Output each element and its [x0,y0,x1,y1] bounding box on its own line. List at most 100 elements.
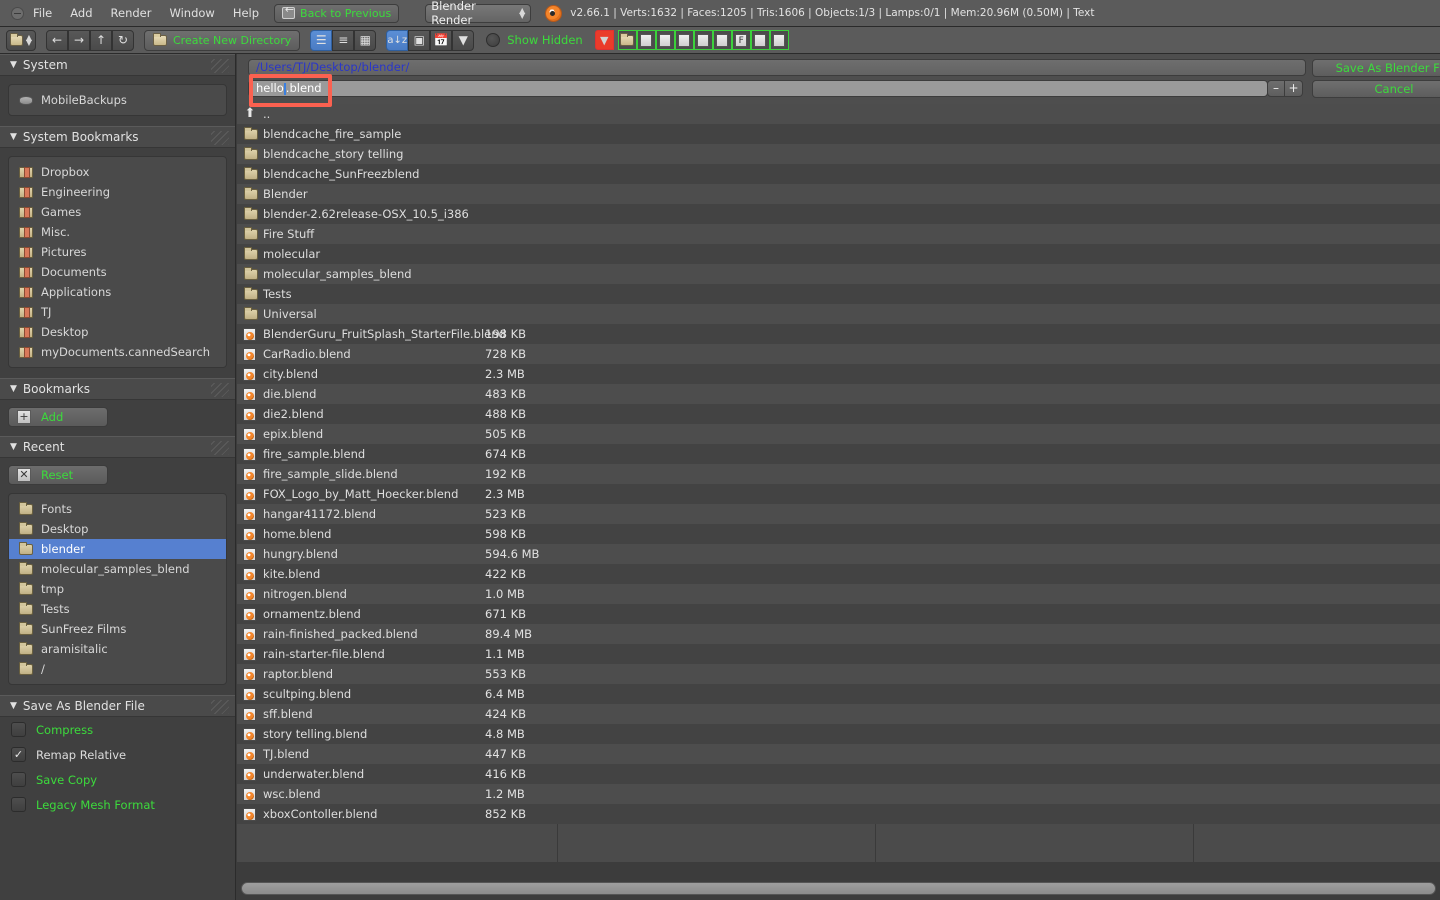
filter-fonts-button[interactable]: F [731,30,751,50]
file-row[interactable]: TJ.blend 447 KB [237,744,1440,764]
sidebar-item-dropbox[interactable]: Dropbox [9,162,226,182]
menu-window[interactable]: Window [160,0,223,27]
sidebar-item-applications[interactable]: Applications [9,282,226,302]
file-row[interactable]: CarRadio.blend 728 KB [237,344,1440,364]
recent-item-fonts[interactable]: Fonts [9,499,226,519]
checkbox-checked-icon[interactable]: ✓ [11,747,26,762]
file-row[interactable]: wsc.blend 1.2 MB [237,784,1440,804]
filter-blend-link-button[interactable] [655,30,675,50]
sidebar-item-mydocuments-cannedsearch[interactable]: myDocuments.cannedSearch [9,342,226,362]
editor-type-button[interactable]: ▲ ▼ [6,29,36,51]
file-row[interactable]: story telling.blend 4.8 MB [237,724,1440,744]
nav-refresh-button[interactable]: ↻ [112,29,134,51]
file-row[interactable]: city.blend 2.3 MB [237,364,1440,384]
checkbox-unchecked-icon[interactable] [11,797,26,812]
nav-parent-button[interactable]: ↑ [90,29,112,51]
file-row[interactable]: blender-2.62release-OSX_10.5_i386 [237,204,1440,224]
show-hidden-toggle[interactable]: Show Hidden [486,33,583,47]
sidebar-section-system[interactable]: ▼ System [0,54,235,76]
horizontal-scrollbar[interactable] [241,882,1436,895]
sidebar-item-documents[interactable]: Documents [9,262,226,282]
cancel-button[interactable]: Cancel [1312,80,1440,98]
file-row[interactable]: hangar41172.blend 523 KB [237,504,1440,524]
filter-toggle-button[interactable]: ▼ [594,30,614,50]
file-row[interactable]: sff.blend 424 KB [237,704,1440,724]
sidebar-section-save-options[interactable]: ▼ Save As Blender File [0,695,235,717]
recent-item-sunfreez-films[interactable]: SunFreez Films [9,619,226,639]
option-legacy-mesh-format[interactable]: Legacy Mesh Format [0,792,235,817]
recent-item-desktop[interactable]: Desktop [9,519,226,539]
file-row[interactable]: molecular_samples_blend [237,264,1440,284]
menu-render[interactable]: Render [102,0,161,27]
nav-forward-button[interactable]: → [68,29,90,51]
file-row[interactable]: die.blend 483 KB [237,384,1440,404]
menu-help[interactable]: Help [224,0,268,27]
sidebar-item-desktop[interactable]: Desktop [9,322,226,342]
increment-button[interactable]: + [1285,80,1303,97]
file-row[interactable]: kite.blend 422 KB [237,564,1440,584]
file-row[interactable]: epix.blend 505 KB [237,424,1440,444]
file-row[interactable]: Tests [237,284,1440,304]
option-remap-relative[interactable]: ✓ Remap Relative [0,742,235,767]
filter-movies-button[interactable] [693,30,713,50]
menu-add[interactable]: Add [61,0,101,27]
sidebar-item-engineering[interactable]: Engineering [9,182,226,202]
sort-alphabetical-button[interactable]: a↓z [386,29,409,51]
directory-path-input[interactable]: /Users/TJ/Desktop/blender/ [248,59,1306,76]
sort-date-button[interactable]: 📅 [430,29,453,51]
sidebar-section-recent[interactable]: ▼ Recent [0,436,235,458]
file-row[interactable]: fire_sample.blend 674 KB [237,444,1440,464]
menu-file[interactable]: File [24,0,61,27]
filter-text-button[interactable] [769,30,789,50]
file-row[interactable]: nitrogen.blend 1.0 MB [237,584,1440,604]
file-row[interactable]: ornamentz.blend 671 KB [237,604,1440,624]
sidebar-section-bookmarks[interactable]: ▼ Bookmarks [0,378,235,400]
display-thumbnails-button[interactable]: ▦ [354,29,377,51]
recent-item-root[interactable]: / [9,659,226,679]
file-row[interactable]: die2.blend 488 KB [237,404,1440,424]
filter-blend-files-button[interactable] [636,30,656,50]
recent-item-aramisitalic[interactable]: aramisitalic [9,639,226,659]
file-row[interactable]: raptor.blend 553 KB [237,664,1440,684]
file-row[interactable]: blendcache_fire_sample [237,124,1440,144]
option-compress[interactable]: Compress [0,717,235,742]
sort-size-button[interactable]: ▼ [452,29,475,51]
file-row[interactable]: ⬆.. [237,104,1440,124]
decrement-button[interactable]: – [1267,80,1285,97]
file-row[interactable]: BlenderGuru_FruitSplash_StarterFile.blen… [237,324,1440,344]
render-engine-select[interactable]: Blender Render ▲ ▼ [425,0,532,27]
filename-input[interactable]: hello .blend [248,80,1268,97]
file-row[interactable]: rain-finished_packed.blend 89.4 MB [237,624,1440,644]
display-long-list-button[interactable]: ≡ [332,29,355,51]
file-row[interactable]: blendcache_story telling [237,144,1440,164]
back-to-previous-button[interactable]: Back to Previous [274,3,400,23]
show-hidden-checkbox[interactable] [486,33,501,47]
recent-item-tests[interactable]: Tests [9,599,226,619]
filter-folders-button[interactable] [617,30,637,50]
nav-back-button[interactable]: ← [46,29,68,51]
filter-sounds-button[interactable] [750,30,770,50]
file-row[interactable]: Universal [237,304,1440,324]
sidebar-item-tj[interactable]: TJ [9,302,226,322]
option-save-copy[interactable]: Save Copy [0,767,235,792]
file-row[interactable]: molecular [237,244,1440,264]
recent-item-blender[interactable]: blender [9,539,226,559]
file-row[interactable]: xboxContoller.blend 852 KB [237,804,1440,824]
sidebar-item-mobilebackups[interactable]: MobileBackups [9,90,226,110]
sidebar-section-system-bookmarks[interactable]: ▼ System Bookmarks [0,126,235,148]
file-row[interactable]: hungry.blend 594.6 MB [237,544,1440,564]
sidebar-item-pictures[interactable]: Pictures [9,242,226,262]
filter-scripts-button[interactable] [712,30,732,50]
file-row[interactable]: rain-starter-file.blend 1.1 MB [237,644,1440,664]
sort-extension-button[interactable]: ▣ [408,29,431,51]
file-row[interactable]: Blender [237,184,1440,204]
file-row[interactable]: blendcache_SunFreezblend [237,164,1440,184]
file-row[interactable]: underwater.blend 416 KB [237,764,1440,784]
file-row[interactable]: fire_sample_slide.blend 192 KB [237,464,1440,484]
create-new-directory-button[interactable]: Create New Directory [144,29,301,51]
sidebar-item-games[interactable]: Games [9,202,226,222]
file-row[interactable]: Fire Stuff [237,224,1440,244]
window-minimize-button[interactable] [11,6,24,20]
checkbox-unchecked-icon[interactable] [11,722,26,737]
recent-item-tmp[interactable]: tmp [9,579,226,599]
